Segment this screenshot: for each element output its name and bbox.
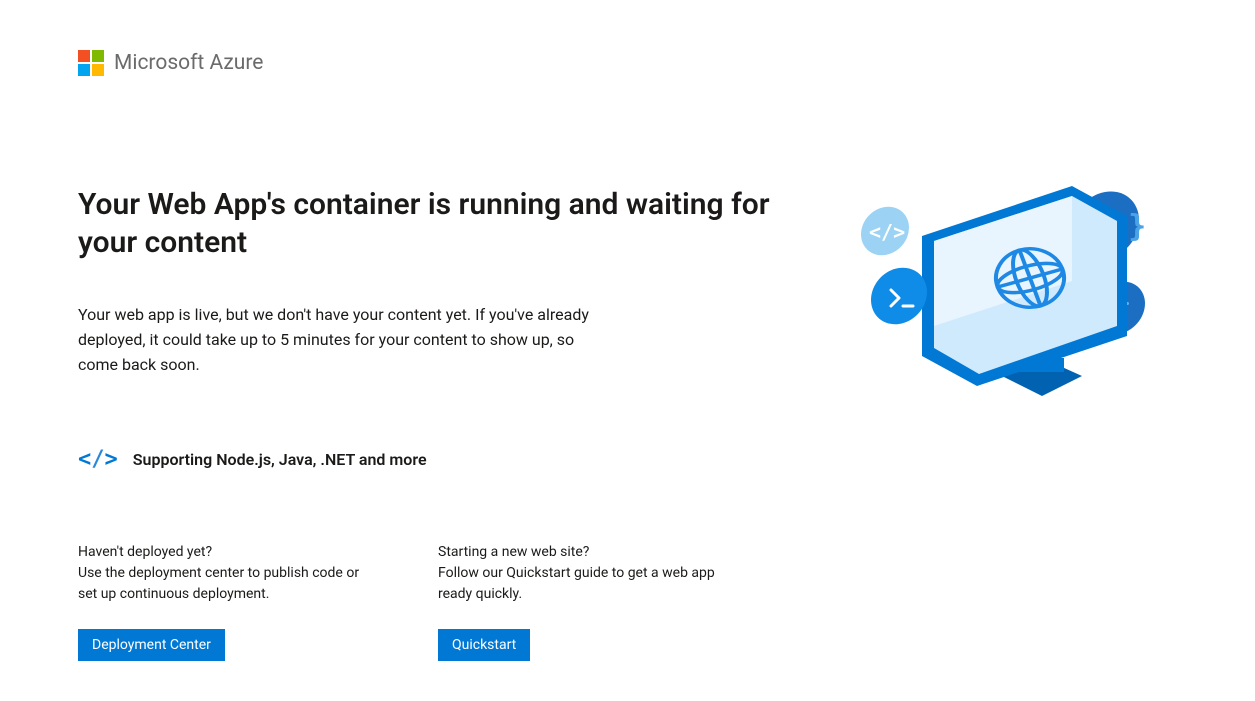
deploy-card-question: Haven't deployed yet? <box>78 542 378 563</box>
brand-header: Microsoft Azure <box>78 50 1177 76</box>
quickstart-button[interactable]: Quickstart <box>438 629 530 661</box>
quickstart-card-question: Starting a new web site? <box>438 542 738 563</box>
page-title: Your Web App's container is running and … <box>78 186 788 261</box>
hero-illustration: { } <box>857 176 1177 420</box>
brand-name: Microsoft Azure <box>114 51 263 75</box>
microsoft-logo-icon <box>78 50 104 76</box>
supporting-tech-text: Supporting Node.js, Java, .NET and more <box>133 450 427 469</box>
supporting-tech-row: </> Supporting Node.js, Java, .NET and m… <box>78 447 788 472</box>
svg-text:</>: </> <box>869 220 905 244</box>
code-icon: </> <box>78 447 117 472</box>
quickstart-card: Starting a new web site? Follow our Quic… <box>438 542 738 661</box>
deploy-card-text: Haven't deployed yet? Use the deployment… <box>78 542 378 605</box>
quickstart-card-body: Follow our Quickstart guide to get a web… <box>438 565 715 602</box>
quickstart-card-text: Starting a new web site? Follow our Quic… <box>438 542 738 605</box>
deploy-card-body: Use the deployment center to publish cod… <box>78 565 359 602</box>
lead-paragraph: Your web app is live, but we don't have … <box>78 303 598 377</box>
deployment-center-button[interactable]: Deployment Center <box>78 629 225 661</box>
deploy-card: Haven't deployed yet? Use the deployment… <box>78 542 378 661</box>
